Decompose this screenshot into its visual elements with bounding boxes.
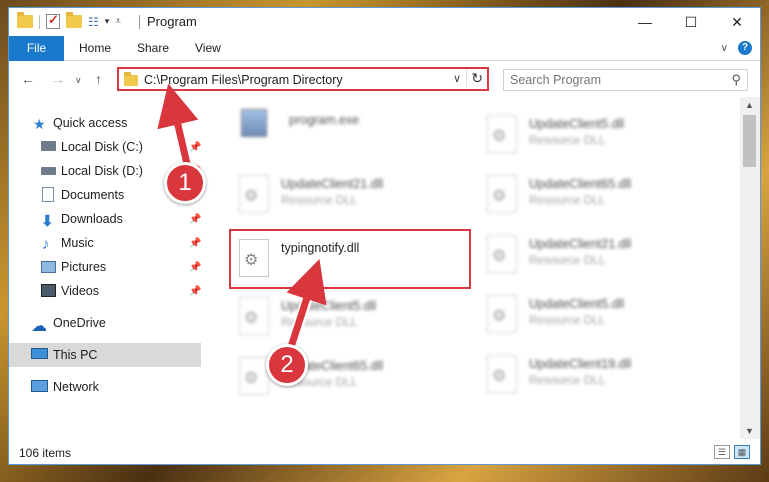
- help-icon[interactable]: ?: [738, 41, 752, 55]
- maximize-button[interactable]: ☐: [668, 8, 714, 36]
- drive-icon: [41, 141, 56, 151]
- item-count: 106 items: [19, 446, 72, 460]
- up-arrow-icon[interactable]: ↑: [95, 71, 102, 87]
- nav-item-network[interactable]: Network: [9, 375, 201, 399]
- address-bar[interactable]: C:\Program Files\Program Directory ∨ ↻: [117, 67, 489, 91]
- dll-file-icon: ⚙: [487, 295, 517, 333]
- tab-share[interactable]: Share: [123, 36, 183, 61]
- customize-toolbar-icon[interactable]: ⩡: [115, 16, 121, 27]
- documents-icon: [42, 187, 54, 202]
- close-button[interactable]: ✕: [714, 8, 760, 36]
- tab-home[interactable]: Home: [65, 36, 125, 61]
- forward-arrow-icon[interactable]: →: [51, 71, 65, 87]
- view-options-icon[interactable]: ☷: [88, 15, 99, 29]
- large-icons-view-icon[interactable]: ▦: [734, 445, 750, 459]
- pin-icon[interactable]: 📌: [189, 262, 201, 273]
- nav-item-music[interactable]: ♪ Music 📌: [9, 231, 201, 255]
- folder-icon: [17, 12, 33, 28]
- nav-item-videos[interactable]: Videos 📌: [9, 279, 201, 303]
- step-1-badge: 1: [164, 162, 206, 204]
- file-item[interactable]: ⚙ UpdateClient21.dll Resource DLL: [231, 167, 471, 225]
- recent-locations-icon[interactable]: ∨: [75, 75, 82, 86]
- file-item[interactable]: ⚙ UpdateClient5.dll Resource DLL: [231, 289, 471, 347]
- nav-item-quick-access[interactable]: ★ Quick access: [9, 111, 201, 135]
- nav-item-pictures[interactable]: Pictures 📌: [9, 255, 201, 279]
- drive-icon: [41, 167, 56, 175]
- properties-icon[interactable]: [46, 12, 60, 29]
- file-item-typingnotify-dll[interactable]: ⚙ typingnotify.dll: [229, 229, 471, 289]
- step-2-badge: 2: [266, 344, 308, 386]
- folder-icon: [124, 72, 138, 86]
- window-title: Program: [147, 14, 197, 29]
- download-icon: ⬇: [41, 213, 54, 230]
- dll-file-icon: ⚙: [239, 357, 269, 395]
- cloud-icon: ☁: [31, 318, 47, 335]
- status-bar: 106 items ☰ ▦: [9, 439, 760, 464]
- search-input[interactable]: [510, 70, 720, 90]
- tab-view[interactable]: View: [181, 36, 235, 61]
- dll-file-icon: ⚙: [487, 175, 517, 213]
- dll-file-icon: ⚙: [239, 297, 269, 335]
- file-item[interactable]: ⚙ UpdateClient65.dll Resource DLL: [479, 167, 719, 225]
- file-item[interactable]: ⚙ UpdateClient5.dll Resource DLL: [479, 287, 719, 345]
- nav-item-local-disk-c[interactable]: Local Disk (C:) 📌: [9, 135, 201, 159]
- network-icon: [31, 380, 48, 392]
- title-bar: ☷ ▾ ⩡ Program — ☐ ✕: [9, 8, 760, 36]
- dll-file-icon: ⚙: [487, 355, 517, 393]
- pin-icon[interactable]: 📌: [189, 286, 201, 297]
- music-icon: ♪: [42, 236, 50, 253]
- file-item[interactable]: ⚙ UpdateClient19.dll Resource DLL: [479, 347, 719, 405]
- dll-file-icon: ⚙: [487, 115, 517, 153]
- refresh-icon[interactable]: ↻: [466, 70, 483, 87]
- nav-item-onedrive[interactable]: ☁ OneDrive: [9, 311, 201, 335]
- chevron-down-icon[interactable]: ▾: [105, 16, 110, 27]
- file-item-program-exe[interactable]: program.exe: [231, 103, 471, 161]
- chevron-down-icon[interactable]: ∨: [453, 72, 461, 85]
- ribbon: File Home Share View ∨ ?: [9, 36, 760, 94]
- scroll-thumb[interactable]: [743, 115, 756, 167]
- nav-item-this-pc[interactable]: This PC: [9, 343, 201, 367]
- videos-icon: [41, 284, 56, 297]
- nav-item-downloads[interactable]: ⬇ Downloads 📌: [9, 207, 201, 231]
- dll-file-icon: ⚙: [239, 175, 269, 213]
- vertical-scrollbar[interactable]: ▲ ▼: [740, 97, 760, 439]
- expand-ribbon-icon[interactable]: ∨: [721, 43, 728, 54]
- exe-icon: [241, 109, 267, 137]
- file-item[interactable]: ⚙ UpdateClient21.dll Resource DLL: [479, 227, 719, 285]
- explorer-window: ☷ ▾ ⩡ Program — ☐ ✕ File Home Share View…: [8, 7, 761, 465]
- dll-file-icon: ⚙: [239, 239, 269, 277]
- pin-icon[interactable]: 📌: [189, 238, 201, 249]
- search-box[interactable]: ⚲: [503, 69, 748, 91]
- pictures-icon: [41, 261, 56, 273]
- dll-file-icon: ⚙: [487, 235, 517, 273]
- pin-icon[interactable]: 📌: [189, 142, 201, 153]
- new-folder-icon[interactable]: [66, 12, 82, 28]
- quick-access-toolbar: ☷ ▾ ⩡: [17, 12, 121, 29]
- computer-icon: [31, 348, 48, 359]
- minimize-button[interactable]: —: [622, 8, 668, 36]
- back-arrow-icon[interactable]: ←: [21, 71, 35, 87]
- star-icon: ★: [33, 116, 46, 132]
- address-row: ← → ∨ ↑ C:\Program Files\Program Directo…: [9, 61, 760, 97]
- file-item[interactable]: ⚙ UpdateClient5.dll Resource DLL: [479, 107, 719, 165]
- file-list: program.exe ⚙ UpdateClient21.dll Resourc…: [205, 97, 740, 439]
- pin-icon[interactable]: 📌: [189, 214, 201, 225]
- scroll-up-icon[interactable]: ▲: [745, 100, 754, 110]
- address-path[interactable]: C:\Program Files\Program Directory: [144, 73, 343, 87]
- details-view-icon[interactable]: ☰: [714, 445, 730, 459]
- navigation-pane: ★ Quick access Local Disk (C:) 📌 Local D…: [9, 97, 205, 439]
- search-icon[interactable]: ⚲: [731, 72, 741, 88]
- scroll-down-icon[interactable]: ▼: [745, 426, 754, 436]
